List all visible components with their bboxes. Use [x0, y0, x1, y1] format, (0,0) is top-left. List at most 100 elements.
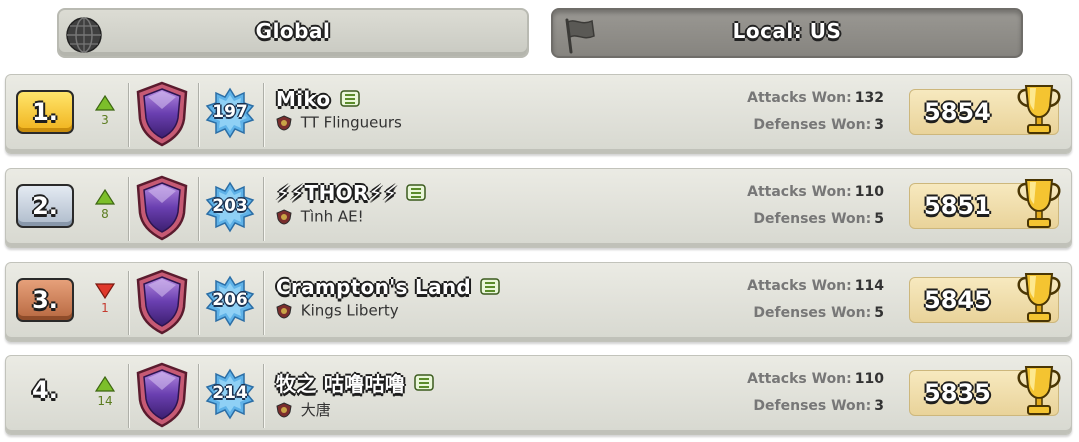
defenses-won-value: 3: [874, 117, 884, 133]
trophy-icon: [1017, 85, 1061, 134]
leaderboard-row[interactable]: 3. 1 206 Crampton's Land Kings Liberty A…: [5, 262, 1072, 342]
clan-badge-icon: [276, 208, 292, 225]
divider: [128, 177, 129, 241]
trend-indicator: 8: [94, 189, 116, 221]
trophy-count: 5854: [924, 98, 991, 126]
rank-number: 3.: [32, 286, 58, 314]
defenses-won-value: 5: [874, 305, 884, 321]
trophy-count-box: 5835: [909, 366, 1061, 416]
clan-badge-icon: [276, 302, 292, 319]
xp-level-badge: 214: [205, 368, 255, 420]
divider: [198, 364, 199, 428]
clan-name[interactable]: Tình AE!: [301, 208, 364, 226]
player-name[interactable]: 牧之 咕噜咕噜: [276, 368, 405, 397]
player-stats: Attacks Won: 114 Defenses Won: 5: [724, 275, 884, 329]
level-number: 206: [212, 290, 248, 310]
xp-level-badge: 206: [205, 275, 255, 327]
player-info: Crampton's Land Kings Liberty: [276, 275, 500, 320]
rank-badge: 2.: [16, 184, 74, 228]
legend-league-icon: [136, 81, 188, 147]
divider: [198, 271, 199, 335]
trophy-count: 5835: [924, 379, 991, 407]
clan-badge-icon: [276, 401, 292, 418]
trend-value: 14: [97, 394, 113, 408]
trophy-count-box: 5851: [909, 179, 1061, 229]
chat-icon[interactable]: [414, 373, 434, 393]
chat-icon[interactable]: [480, 277, 500, 297]
arrow-up-icon: [95, 95, 115, 111]
legend-league-icon: [136, 175, 188, 241]
defenses-won-label: Defenses Won:: [753, 211, 872, 227]
trend-value: 3: [101, 113, 109, 127]
divider: [128, 271, 129, 335]
divider: [263, 364, 264, 428]
divider: [198, 177, 199, 241]
trend-indicator: 14: [94, 376, 116, 408]
tab-local[interactable]: Local: US: [551, 8, 1023, 58]
player-name[interactable]: Miko: [276, 87, 330, 111]
trend-indicator: 1: [94, 283, 116, 315]
attacks-won-value: 132: [854, 90, 884, 106]
level-number: 203: [212, 196, 248, 216]
defenses-won-label: Defenses Won:: [753, 398, 872, 414]
player-stats: Attacks Won: 132 Defenses Won: 3: [724, 87, 884, 141]
player-info: ⚡⚡THOR⚡⚡ Tình AE!: [276, 181, 427, 226]
defenses-won-value: 3: [874, 398, 884, 414]
attacks-won-value: 114: [854, 278, 884, 294]
xp-level-badge: 203: [205, 181, 255, 233]
chat-icon[interactable]: [406, 183, 427, 203]
trend-value: 8: [101, 207, 109, 221]
trophy-count: 5851: [924, 192, 991, 220]
divider: [198, 83, 199, 147]
rank-badge: 3.: [16, 278, 74, 322]
rank-number: 2.: [32, 192, 58, 220]
trophy-count-box: 5845: [909, 273, 1061, 323]
attacks-won-value: 110: [854, 184, 884, 200]
clan-name[interactable]: TT Flingueurs: [301, 114, 402, 132]
trend-value: 1: [101, 301, 109, 315]
player-name[interactable]: ⚡⚡THOR⚡⚡: [276, 181, 397, 205]
attacks-won-label: Attacks Won:: [747, 278, 852, 294]
divider: [263, 83, 264, 147]
divider: [128, 364, 129, 428]
attacks-won-value: 110: [854, 371, 884, 387]
clan-badge-icon: [276, 114, 292, 131]
trophy-icon: [1017, 179, 1061, 228]
chat-icon[interactable]: [339, 89, 360, 109]
legend-league-icon: [136, 269, 188, 335]
arrow-up-icon: [95, 376, 115, 392]
attacks-won-label: Attacks Won:: [747, 90, 852, 106]
trophy-count-box: 5854: [909, 85, 1061, 135]
leaderboard-row[interactable]: 1. 3 197 Miko TT Flingueurs Attacks Won:…: [5, 74, 1072, 154]
player-stats: Attacks Won: 110 Defenses Won: 3: [724, 368, 884, 422]
attacks-won-label: Attacks Won:: [747, 184, 852, 200]
clan-name[interactable]: 大唐: [301, 401, 331, 419]
rank-number: 1.: [32, 98, 58, 126]
player-name[interactable]: Crampton's Land: [276, 275, 471, 299]
defenses-won-label: Defenses Won:: [753, 305, 872, 321]
player-stats: Attacks Won: 110 Defenses Won: 5: [724, 181, 884, 235]
arrow-up-icon: [95, 189, 115, 205]
trophy-icon: [1017, 273, 1061, 322]
clan-name[interactable]: Kings Liberty: [301, 302, 399, 320]
arrow-down-icon: [95, 283, 115, 299]
player-info: 牧之 咕噜咕噜 大唐: [276, 368, 434, 420]
level-number: 197: [212, 102, 248, 122]
divider: [263, 177, 264, 241]
tab-global[interactable]: Global: [57, 8, 529, 58]
tab-global-label: Global: [255, 19, 331, 43]
xp-level-badge: 197: [205, 87, 255, 139]
level-number: 214: [212, 383, 248, 403]
legend-league-icon: [136, 362, 188, 428]
trophy-count: 5845: [924, 286, 991, 314]
leaderboard-row[interactable]: 2. 8 203 ⚡⚡THOR⚡⚡ Tình AE! Attacks Won: …: [5, 168, 1072, 248]
trophy-icon: [1017, 366, 1061, 415]
leaderboard-row[interactable]: 4. 14 214 牧之 咕噜咕噜 大唐 Attacks Won: 110 De…: [5, 355, 1072, 435]
tab-local-label: Local: US: [732, 19, 842, 43]
rank-number: 4.: [32, 376, 58, 404]
divider: [263, 271, 264, 335]
attacks-won-label: Attacks Won:: [747, 371, 852, 387]
trend-indicator: 3: [94, 95, 116, 127]
defenses-won-value: 5: [874, 211, 884, 227]
rank-badge: 1.: [16, 90, 74, 134]
